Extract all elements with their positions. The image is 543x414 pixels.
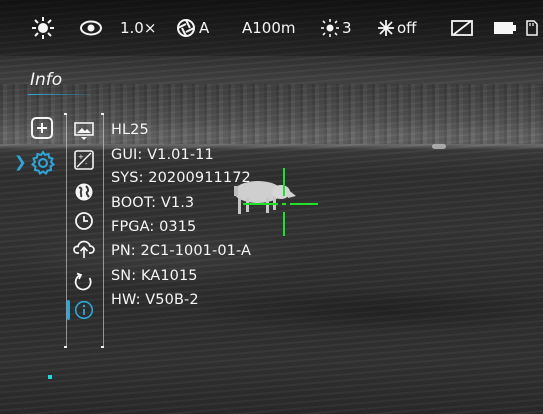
menu-title: Info	[30, 70, 63, 90]
brightness-value: 3	[342, 19, 352, 37]
rangefinder-value: A100m	[242, 19, 296, 37]
info-pn: PN: 2C1-1001-01-A	[111, 243, 252, 259]
svg-text:-: -	[85, 160, 88, 168]
wifi-state-value: off	[397, 19, 417, 37]
submenu-clock[interactable]	[72, 209, 96, 233]
add-button[interactable]	[30, 116, 54, 144]
divider-tick	[64, 113, 67, 115]
thermal-scene	[0, 0, 543, 414]
calibration-mode[interactable]: A	[176, 16, 209, 40]
brightness-level[interactable]: 3	[321, 16, 352, 40]
selected-indicator	[67, 300, 70, 320]
reticle-left-arm	[243, 203, 278, 205]
divider-tick	[101, 346, 104, 348]
submenu-update[interactable]	[72, 237, 96, 261]
settings-button[interactable]	[30, 150, 56, 180]
reticle-bottom-arm	[283, 212, 285, 236]
info-icon	[74, 300, 94, 320]
info-fpga: FPGA: 0315	[111, 219, 197, 235]
divider-tick	[64, 346, 67, 348]
gear-icon	[30, 150, 56, 175]
divider-tick	[101, 113, 104, 115]
eye-icon[interactable]	[80, 16, 102, 40]
wifi-star-icon	[378, 20, 394, 36]
status-dot	[48, 375, 52, 379]
contrast-icon: +-	[74, 150, 94, 170]
status-bar: 1.0× A A100m 3 off	[0, 0, 543, 56]
picture-in-picture-off-icon[interactable]	[451, 16, 473, 40]
globe-icon	[75, 183, 93, 201]
plus-box-icon	[31, 117, 53, 139]
sd-card-icon	[526, 16, 538, 40]
brightness-sun-icon[interactable]	[32, 16, 54, 40]
wifi-state[interactable]: off	[378, 16, 417, 40]
info-boot: BOOT: V1.3	[111, 195, 195, 211]
svg-text:+: +	[78, 153, 84, 161]
submenu-restore[interactable]	[72, 270, 96, 294]
restore-icon	[74, 272, 92, 291]
reticle-center	[282, 203, 286, 205]
submenu-image[interactable]	[72, 119, 96, 143]
info-sn: SN: KA1015	[111, 268, 198, 284]
distant-animal	[432, 144, 446, 149]
zoom-level[interactable]: 1.0×	[120, 16, 156, 40]
submenu-contrast[interactable]: + -	[72, 148, 96, 172]
clock-icon	[75, 212, 93, 230]
info-model: HL25	[111, 122, 149, 138]
cloud-upload-icon	[73, 240, 95, 258]
aperture-icon	[177, 19, 195, 37]
selection-chevron-icon: ❯	[14, 153, 27, 171]
sun-icon	[321, 19, 339, 37]
info-hw: HW: V50B-2	[111, 292, 199, 308]
calibration-mode-value: A	[199, 19, 210, 37]
submenu-info[interactable]	[72, 298, 96, 322]
zoom-value: 1.0×	[120, 19, 157, 37]
info-sys: SYS: 20200911172	[111, 170, 251, 186]
battery-icon	[494, 16, 516, 40]
submenu-language[interactable]	[72, 180, 96, 204]
rangefinder[interactable]: A100m	[242, 16, 296, 40]
title-underline	[28, 94, 90, 95]
info-gui: GUI: V1.01-11	[111, 147, 214, 163]
reticle-top-arm	[283, 168, 285, 196]
image-icon	[74, 122, 94, 140]
reticle-right-arm	[290, 203, 318, 205]
right-divider	[103, 113, 104, 348]
